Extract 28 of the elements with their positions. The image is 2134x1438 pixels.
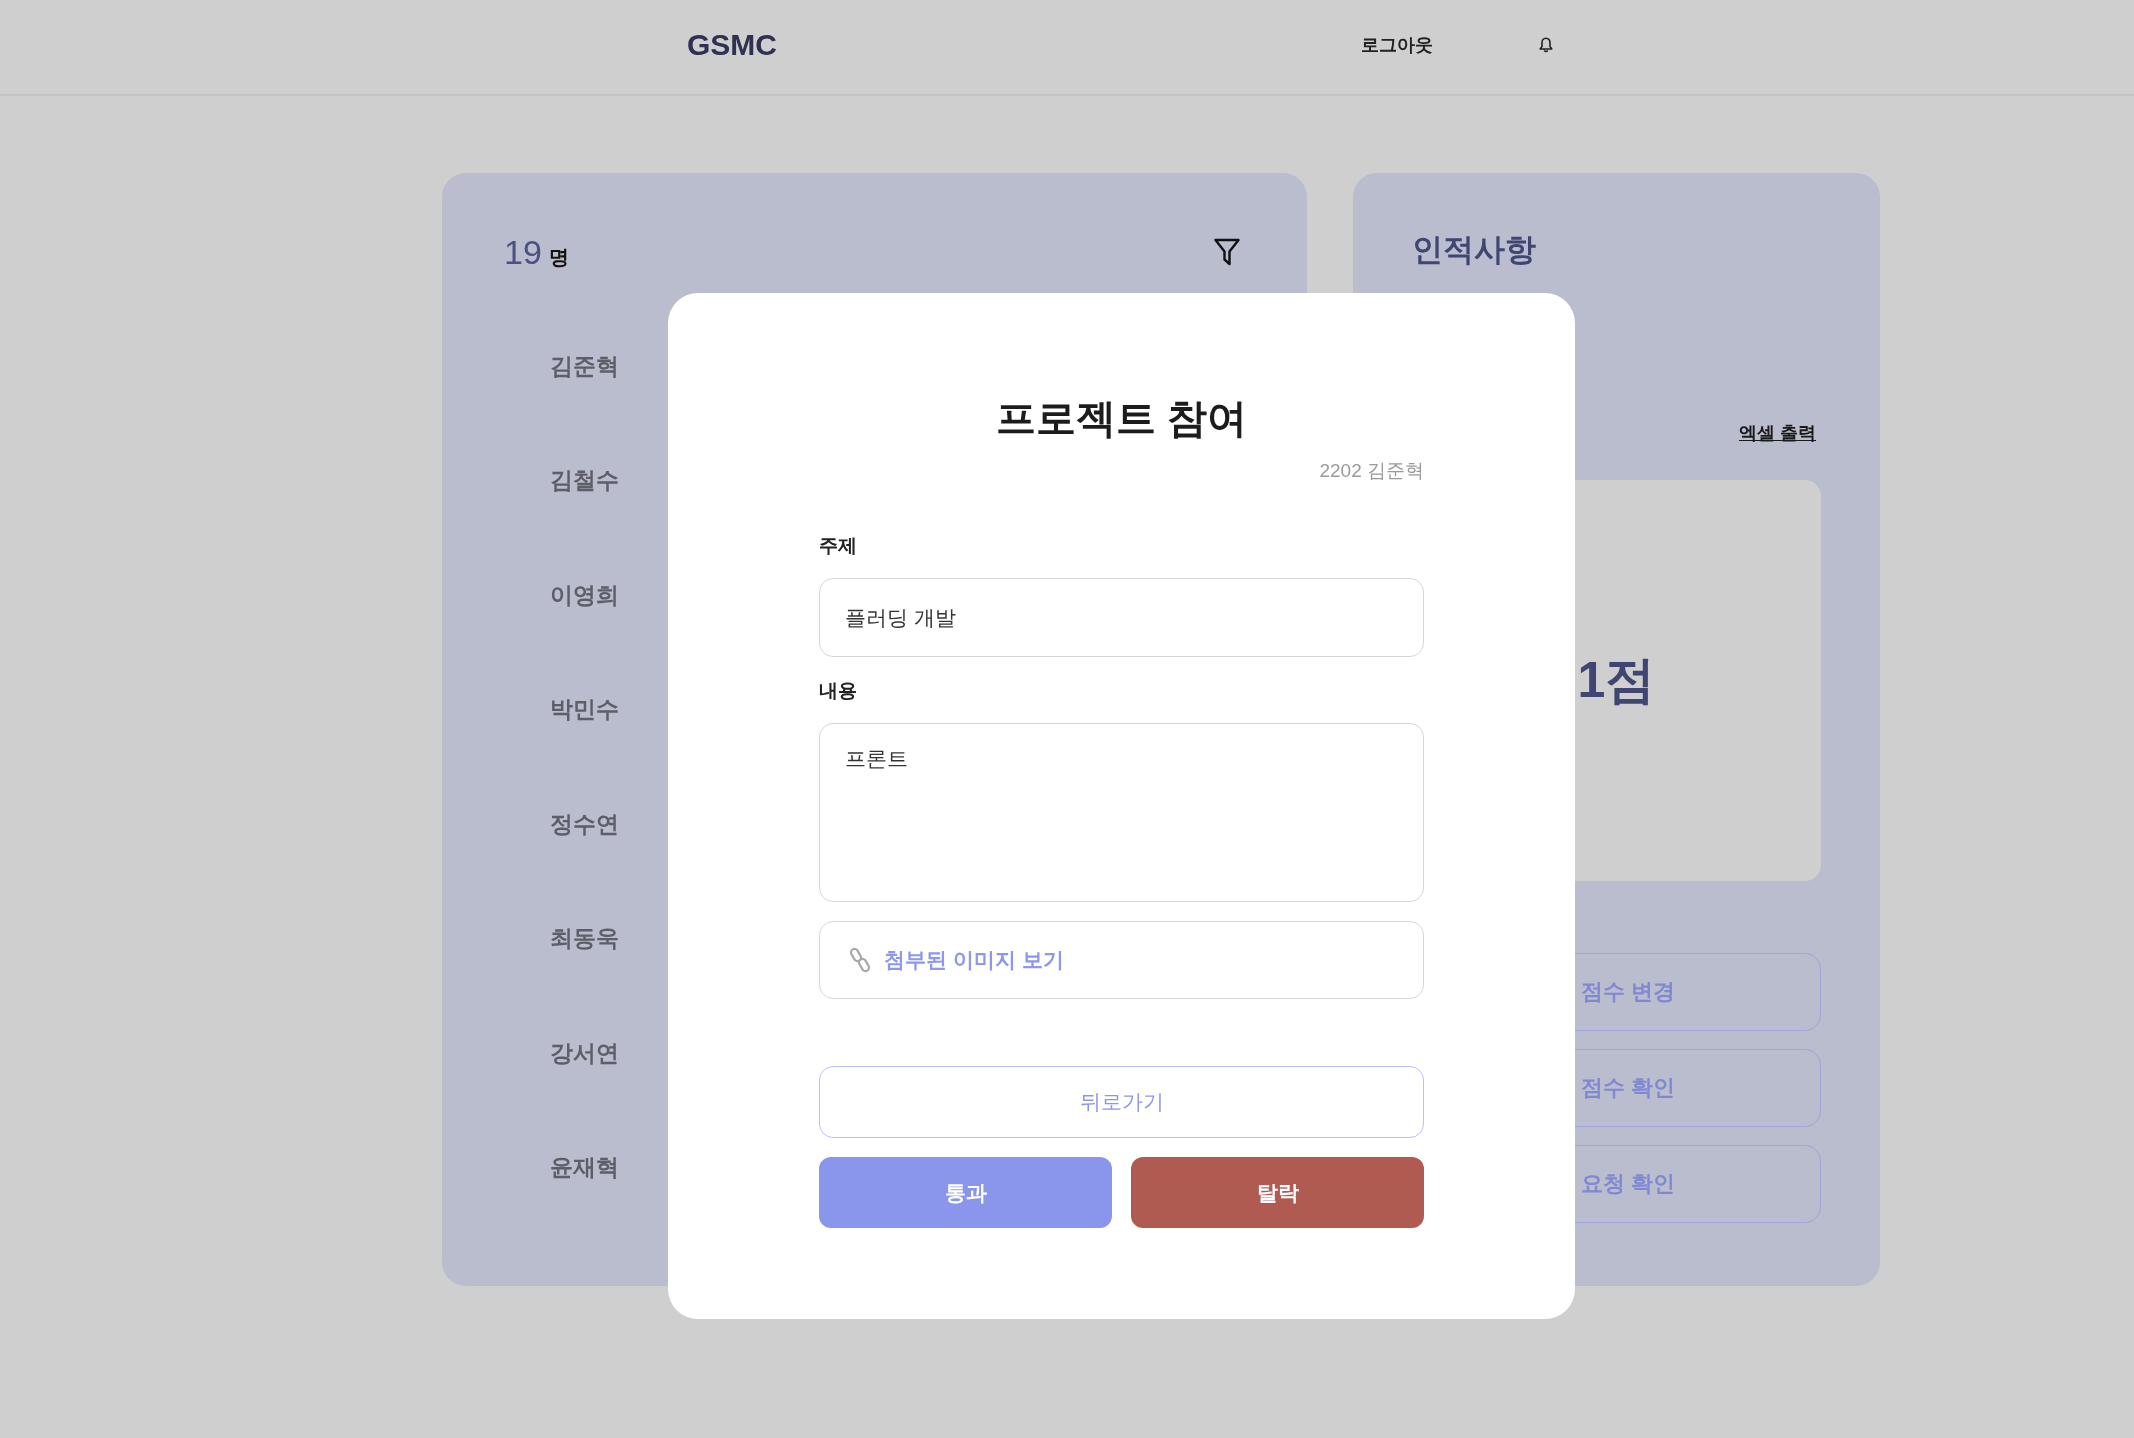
topic-input[interactable]: 플러딩 개발: [819, 578, 1424, 657]
chain-icon: [850, 947, 870, 973]
filter-icon[interactable]: [1214, 238, 1240, 266]
fail-button[interactable]: 탈락: [1131, 1157, 1424, 1228]
student-name[interactable]: 정수연: [550, 808, 619, 840]
panel-title: 인적사항: [1412, 231, 1536, 269]
logout-button[interactable]: 로그아웃: [1361, 33, 1433, 57]
attachment-button[interactable]: 첨부된 이미지 보기: [819, 921, 1424, 999]
student-name[interactable]: 김철수: [550, 465, 619, 497]
student-name[interactable]: 윤재혁: [550, 1152, 619, 1184]
pass-button[interactable]: 통과: [819, 1157, 1112, 1228]
student-name[interactable]: 강서연: [550, 1037, 619, 1069]
logo: GSMC: [687, 28, 777, 62]
student-info: 2202 김준혁: [1319, 459, 1424, 483]
export-link[interactable]: 엑셀 출력: [1739, 421, 1816, 445]
content-textarea[interactable]: 프론트: [819, 723, 1424, 902]
field-label: 주제: [819, 534, 857, 558]
dialog-title: 프로젝트 참여: [995, 395, 1248, 442]
student-name[interactable]: 김준혁: [550, 350, 619, 382]
student-name[interactable]: 최동욱: [550, 923, 619, 955]
bell-icon[interactable]: [1539, 37, 1553, 53]
student-name[interactable]: 박민수: [550, 694, 619, 726]
count-unit: 명: [548, 244, 569, 270]
student-count: 19: [504, 232, 542, 272]
field-label: 내용: [819, 679, 857, 703]
back-button[interactable]: 뒤로가기: [819, 1066, 1424, 1138]
score-value: 1점: [1577, 651, 1656, 710]
student-name[interactable]: 이영희: [550, 579, 619, 611]
